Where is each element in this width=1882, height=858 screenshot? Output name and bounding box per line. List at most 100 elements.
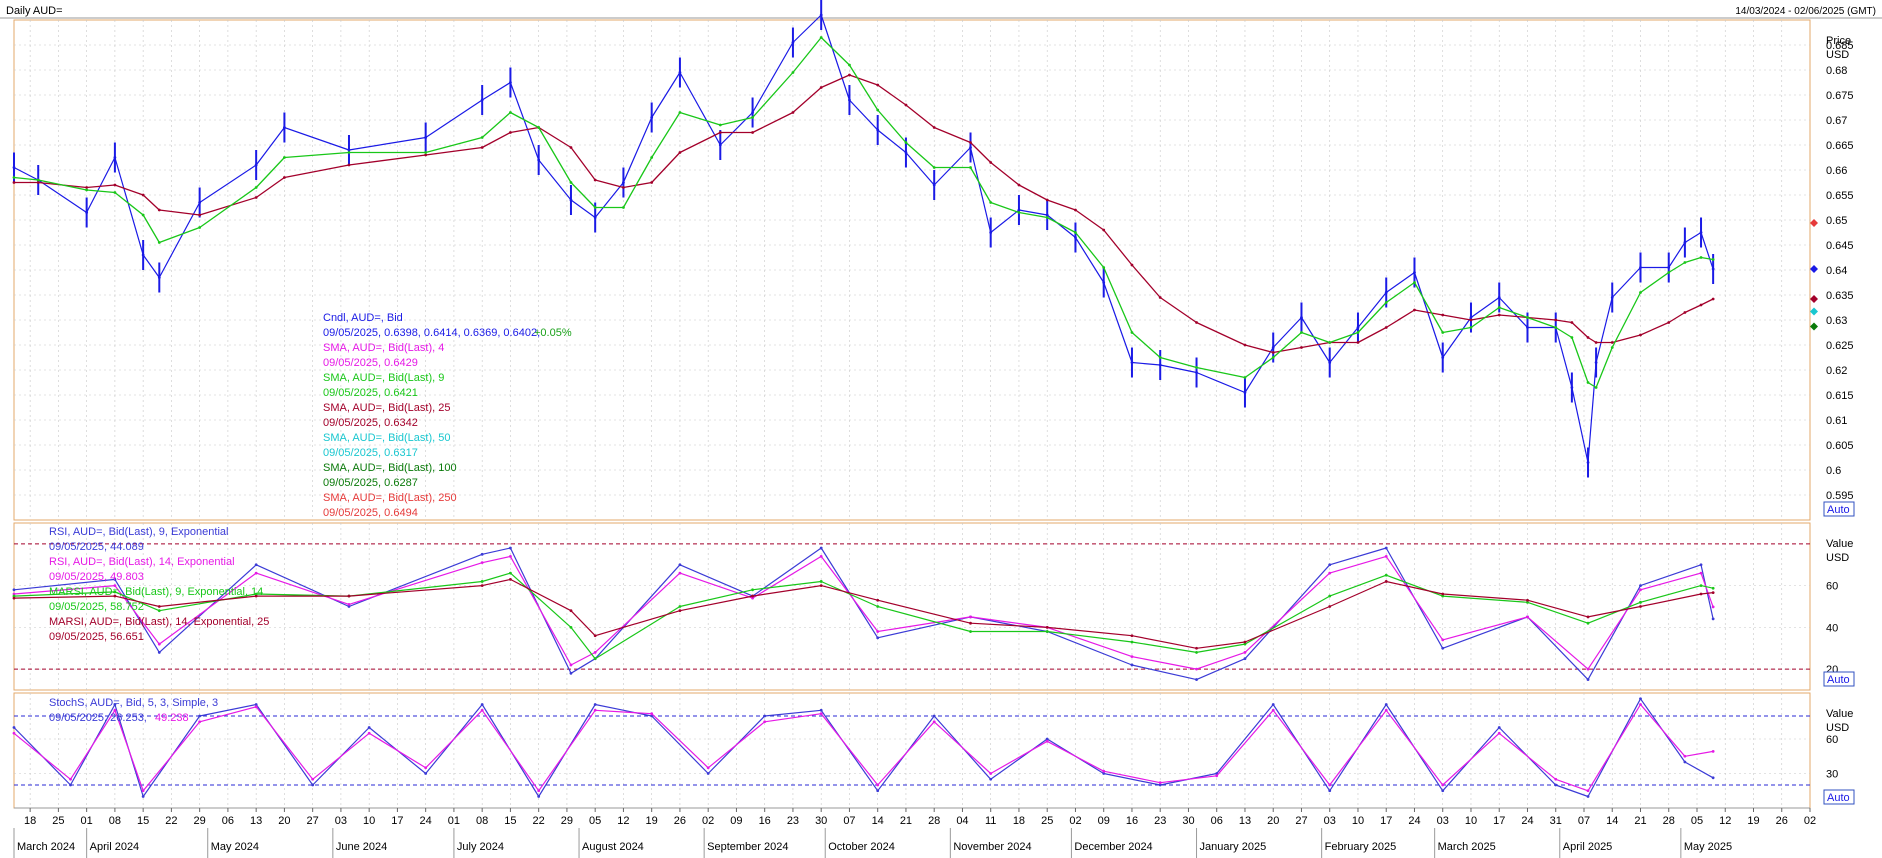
series-price-point (791, 41, 795, 44)
series-stoch-d-point (69, 777, 72, 781)
series-sma25-point (1699, 303, 1703, 307)
x-tick-label: 23 (787, 815, 799, 827)
series-stoch-d-point (1441, 783, 1445, 787)
auto-scale-button[interactable]: Auto (1823, 789, 1855, 805)
series-sma25-point (1102, 228, 1106, 232)
series-rsi14-point (254, 571, 258, 575)
series-stoch-d-point (1639, 703, 1642, 706)
series-marsi9-point (509, 571, 512, 575)
x-tick-label: 02 (702, 815, 714, 827)
series-rsi14-point (678, 571, 682, 575)
series-sma25-point (113, 183, 117, 187)
axis-value-marker (1810, 322, 1818, 331)
series-price-point (509, 81, 512, 84)
x-tick-label: 01 (81, 815, 93, 827)
series-sma9-point (1328, 341, 1332, 344)
series-marsi14-point (347, 594, 351, 598)
x-tick-label: 12 (1719, 815, 1731, 827)
x-month-label: March 2024 (17, 841, 75, 853)
x-month-label: March 2025 (1438, 841, 1496, 853)
series-sma9-point (791, 71, 795, 74)
legend-series-name: SMA, AUD=, Bid(Last), 4 (323, 342, 444, 354)
series-stoch-d-point (1215, 774, 1219, 778)
x-tick-label: 30 (1182, 815, 1194, 827)
series-sma9-point (1711, 258, 1715, 261)
chart-root: Daily AUD= 14/03/2024 - 02/06/2025 (GMT) 0… (0, 0, 1882, 858)
series-price-point (718, 143, 722, 147)
series-marsi9-point (678, 605, 682, 608)
series-sma25-point (1441, 313, 1445, 317)
series-sma9-point (678, 111, 682, 114)
y-tick-label: 60 (1826, 734, 1838, 746)
axis-value-marker (1810, 265, 1818, 273)
series-stoch-d-point (424, 766, 428, 770)
legend-series-name: RSI, AUD=, Bid(Last), 14, Exponential (49, 556, 235, 568)
series-price-point (650, 116, 654, 119)
series-price-point (537, 158, 541, 162)
series-price-point (1017, 208, 1021, 212)
x-tick-label: 20 (278, 815, 290, 827)
series-stoch-d-point (1683, 754, 1687, 758)
series-price-point (283, 126, 286, 129)
series-sma25-point (1130, 263, 1134, 267)
x-month-label: July 2024 (457, 841, 504, 853)
series-rsi14-point (969, 615, 972, 619)
series-stoch-d-point (1271, 708, 1275, 712)
series-sma25-point (36, 181, 40, 184)
series-price-point (1570, 386, 1574, 389)
series-sma9-point (283, 156, 286, 159)
chart-canvas[interactable]: Daily AUD= 14/03/2024 - 02/06/2025 (GMT) 0… (0, 0, 1882, 858)
legend-series-value: 09/05/2025, 26.253, (49, 712, 147, 724)
series-sma9-point (1594, 386, 1598, 389)
auto-scale-button[interactable]: Auto (1823, 501, 1855, 517)
auto-scale-button[interactable]: Auto (1823, 671, 1855, 687)
series-marsi9-point (1639, 600, 1642, 604)
series-price-point (480, 98, 484, 102)
series-marsi14-point (969, 621, 972, 625)
series-price-point (1130, 361, 1134, 364)
series-sma9-point (932, 166, 936, 169)
series-sma9-point (1243, 376, 1247, 379)
x-tick-label: 17 (391, 815, 403, 827)
y-tick-label: 0.645 (1826, 240, 1854, 252)
series-price-point (1158, 363, 1162, 367)
y-tick-label: 0.605 (1826, 440, 1854, 452)
series-sma9-point (1158, 356, 1162, 359)
legend-series-name: SMA, AUD=, Bid(Last), 50 (323, 432, 450, 444)
series-sma9-point (650, 156, 654, 159)
series-price-point (113, 156, 117, 159)
series-sma9-point (1271, 356, 1275, 359)
series-sma9-point (113, 191, 117, 194)
x-tick-label: 02 (1804, 815, 1816, 827)
x-month-label: September 2024 (707, 841, 788, 853)
x-tick-label: 02 (1069, 815, 1081, 827)
y-tick-label: 0.635 (1826, 290, 1854, 302)
series-stoch-k-point (1554, 783, 1558, 787)
series-price-point (876, 128, 880, 132)
x-tick-label: 07 (843, 815, 855, 827)
series-sma9-point (751, 116, 754, 119)
axis-title: Price (1826, 35, 1851, 47)
x-tick-label: 08 (109, 815, 121, 827)
x-tick-label: 31 (1550, 815, 1562, 827)
series-marsi14-point (1586, 615, 1590, 619)
series-price-point (1526, 326, 1529, 329)
series-stoch-k-point (819, 708, 823, 712)
auto-label: Auto (1827, 674, 1850, 686)
series-stoch-k-point (198, 714, 202, 718)
series-price-point (1711, 267, 1715, 271)
series-marsi9-point (1699, 584, 1703, 588)
series-marsi14-point (1711, 591, 1715, 595)
series-marsi9-point (876, 605, 880, 608)
series-sma25-point (1639, 333, 1642, 337)
series-sma9-point (569, 181, 573, 184)
legend-series-value: 09/05/2025, 0.6287 (323, 477, 418, 489)
x-month-label: May 2024 (211, 841, 259, 853)
series-stoch-k-point (480, 703, 484, 706)
legend-series-name: SMA, AUD=, Bid(Last), 9 (323, 372, 444, 384)
series-price-point (1195, 371, 1198, 374)
date-range: 14/03/2024 - 02/06/2025 (GMT) (1735, 6, 1876, 17)
series-rsi9-point (157, 651, 161, 654)
series-marsi14-point (1130, 634, 1134, 638)
x-tick-label: 16 (759, 815, 771, 827)
